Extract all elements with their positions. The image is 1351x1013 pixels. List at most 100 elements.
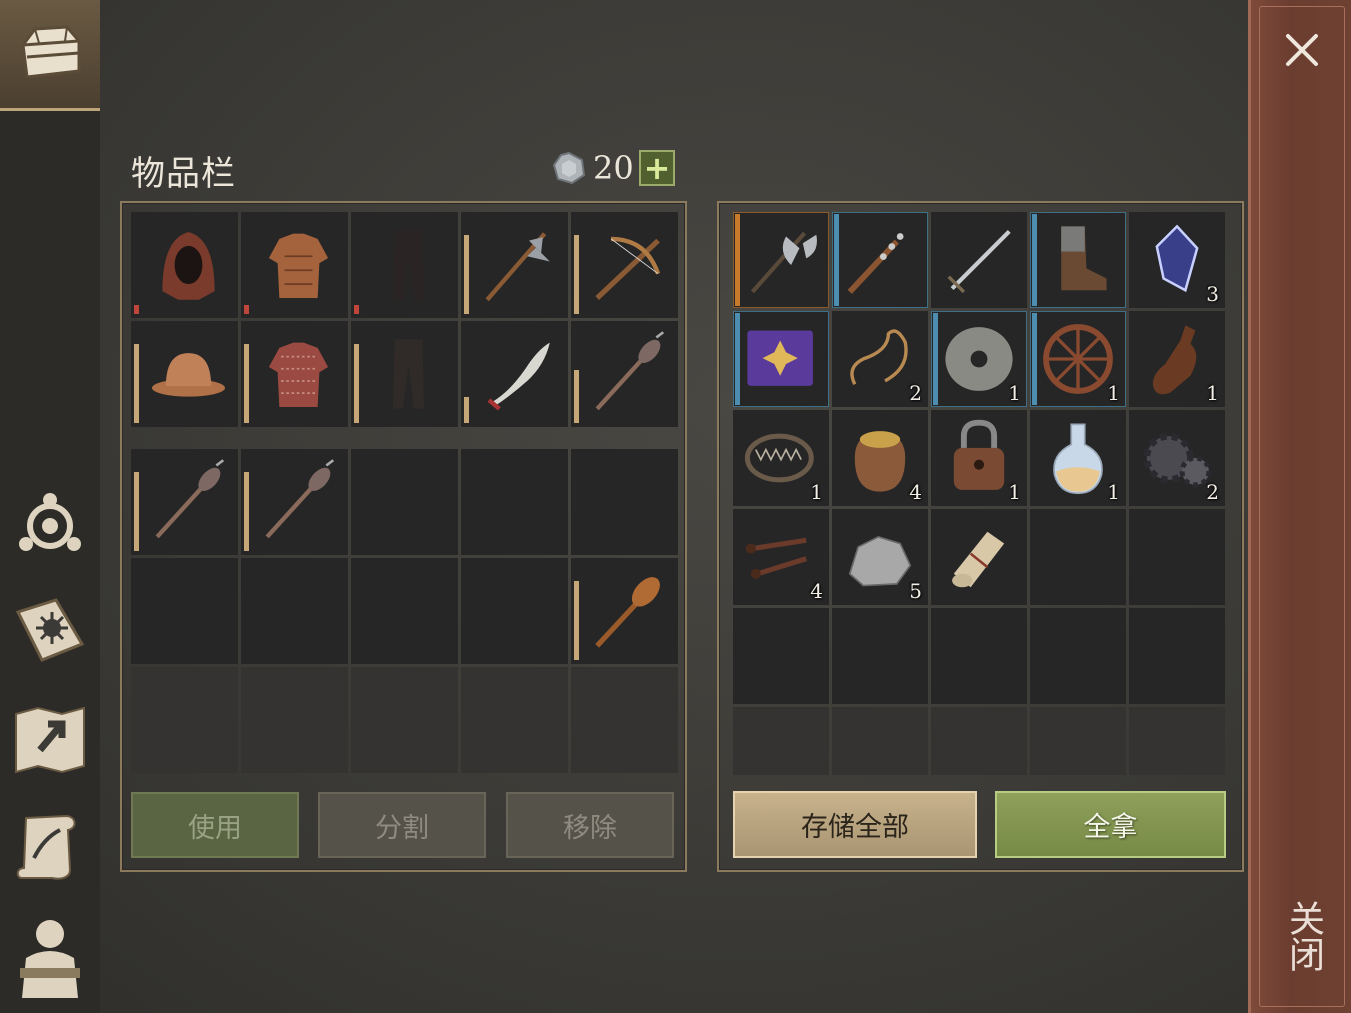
empty-slot[interactable]: [571, 667, 678, 773]
empty-slot[interactable]: [461, 558, 568, 664]
empty-slot[interactable]: [733, 608, 829, 704]
empty-slot[interactable]: [1129, 707, 1225, 775]
item-slot-stone[interactable]: 5: [832, 509, 928, 605]
item-quantity: 4: [909, 480, 922, 504]
wooden-club-icon: [585, 564, 672, 658]
boots-icon: [1036, 218, 1120, 302]
storage-grid: 3 2 1 1 1 1 4 1 1 2 4 5: [733, 212, 1225, 775]
item-slot-padded-armor[interactable]: [241, 212, 348, 318]
chest-icon[interactable]: [10, 12, 90, 92]
add-currency-button[interactable]: +: [639, 150, 675, 186]
item-quantity: 1: [1206, 381, 1219, 405]
take-all-button[interactable]: 全拿: [995, 791, 1226, 858]
item-quantity: 1: [1008, 480, 1021, 504]
item-quantity: 4: [810, 579, 823, 603]
empty-slot[interactable]: [1129, 608, 1225, 704]
durability-bar: [574, 581, 579, 660]
spiked-club-icon: [838, 218, 922, 302]
close-bar[interactable]: [1248, 0, 1351, 1013]
halberd-icon: [475, 218, 562, 312]
empty-slot[interactable]: [1030, 509, 1126, 605]
mace-icon: [145, 455, 232, 549]
item-quantity: 2: [1206, 480, 1219, 504]
empty-slot[interactable]: [832, 608, 928, 704]
item-slot-chainmail[interactable]: [241, 321, 348, 427]
item-slot-spiked-club[interactable]: [832, 212, 928, 308]
item-slot-bear-trap[interactable]: 1: [733, 410, 829, 506]
leather-pants-icon: [365, 327, 452, 421]
item-slot-longsword[interactable]: [931, 212, 1027, 308]
scroll-icon[interactable]: [10, 806, 90, 886]
item-slot-pants[interactable]: [351, 212, 458, 318]
empty-slot[interactable]: [571, 449, 678, 555]
durability-bar: [464, 235, 469, 314]
item-slot-scroll-roll[interactable]: [931, 509, 1027, 605]
empty-slot[interactable]: [461, 667, 568, 773]
spell-book-icon: [739, 317, 823, 401]
item-slot-hood[interactable]: [131, 212, 238, 318]
sidebar-tab-active[interactable]: [0, 0, 100, 111]
empty-slot[interactable]: [1030, 707, 1126, 775]
item-slot-grain-sack[interactable]: 4: [832, 410, 928, 506]
empty-slot[interactable]: [931, 707, 1027, 775]
item-slot-wheel[interactable]: 1: [1030, 311, 1126, 407]
mace-icon: [585, 327, 672, 421]
skills-icon[interactable]: [10, 482, 90, 562]
item-slot-gears[interactable]: 2: [1129, 410, 1225, 506]
close-icon[interactable]: [1282, 30, 1322, 70]
quest-book-icon[interactable]: [10, 590, 90, 670]
item-quantity: 5: [909, 579, 922, 603]
item-slot-halberd[interactable]: [461, 212, 568, 318]
durability-bar: [244, 305, 249, 314]
close-label[interactable]: 关闭: [1283, 900, 1324, 972]
bag-grid: [131, 449, 678, 773]
empty-slot[interactable]: [351, 667, 458, 773]
item-slot-crystal[interactable]: 3: [1129, 212, 1225, 308]
character-icon[interactable]: [10, 916, 90, 998]
item-slot-rope[interactable]: 2: [832, 311, 928, 407]
remove-button[interactable]: 移除: [506, 792, 674, 858]
empty-slot[interactable]: [832, 707, 928, 775]
empty-slot[interactable]: [131, 667, 238, 773]
durability-bar: [354, 305, 359, 314]
empty-slot[interactable]: [241, 667, 348, 773]
item-slot-leather-pants[interactable]: [351, 321, 458, 427]
item-slot-scimitar[interactable]: [461, 321, 568, 427]
empty-slot[interactable]: [241, 558, 348, 664]
durability-bar: [464, 397, 469, 423]
empty-slot[interactable]: [1129, 509, 1225, 605]
item-slot-nails[interactable]: 4: [733, 509, 829, 605]
empty-slot[interactable]: [931, 608, 1027, 704]
item-slot-spell-book[interactable]: [733, 311, 829, 407]
empty-slot[interactable]: [1030, 608, 1126, 704]
currency-count: 20: [593, 149, 634, 187]
item-slot-millstone[interactable]: 1: [931, 311, 1027, 407]
split-button[interactable]: 分割: [318, 792, 486, 858]
item-slot-mace[interactable]: [241, 449, 348, 555]
store-all-button[interactable]: 存储全部: [733, 791, 977, 858]
item-slot-mace[interactable]: [131, 449, 238, 555]
item-slot-crossbow[interactable]: [571, 212, 678, 318]
empty-slot[interactable]: [131, 558, 238, 664]
mace-icon: [255, 455, 342, 549]
item-slot-bottle[interactable]: 1: [1129, 311, 1225, 407]
empty-slot[interactable]: [461, 449, 568, 555]
scimitar-icon: [475, 327, 562, 421]
empty-slot[interactable]: [351, 449, 458, 555]
item-slot-kettle-helmet[interactable]: [131, 321, 238, 427]
item-slot-potion[interactable]: 1: [1030, 410, 1126, 506]
item-slot-mace[interactable]: [571, 321, 678, 427]
use-button[interactable]: 使用: [131, 792, 299, 858]
item-quantity: 1: [1008, 381, 1021, 405]
item-slot-boots[interactable]: [1030, 212, 1126, 308]
durability-bar: [134, 305, 139, 314]
item-slot-padlock[interactable]: 1: [931, 410, 1027, 506]
empty-slot[interactable]: [351, 558, 458, 664]
empty-slot[interactable]: [733, 707, 829, 775]
durability-bar: [134, 472, 139, 551]
page-title: 物品栏: [131, 154, 236, 194]
pants-icon: [365, 218, 452, 312]
item-slot-wooden-club[interactable]: [571, 558, 678, 664]
item-slot-battle-axe[interactable]: [733, 212, 829, 308]
map-icon[interactable]: [10, 700, 90, 780]
